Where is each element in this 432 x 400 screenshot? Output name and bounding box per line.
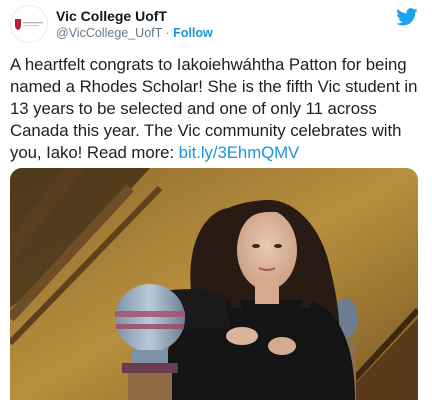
tweet-header: Vic College UofT @VicCollege_UofT · Foll… <box>10 5 422 43</box>
scholar-portrait-image <box>10 168 418 400</box>
separator-dot: · <box>165 26 170 40</box>
account-handle[interactable]: @VicCollege_UofT <box>56 26 162 40</box>
twitter-bird-icon[interactable] <box>396 8 418 26</box>
account-name[interactable]: Vic College UofT <box>56 8 167 24</box>
tweet-photo[interactable] <box>10 168 418 400</box>
tweet-link[interactable]: bit.ly/3EhmQMV <box>179 143 300 162</box>
tweet-card: Vic College UofT @VicCollege_UofT · Foll… <box>0 0 432 400</box>
account-handle-row: @VicCollege_UofT · Follow <box>56 26 213 40</box>
follow-button[interactable]: Follow <box>173 26 213 40</box>
victoria-college-crest-icon <box>15 19 43 30</box>
account-avatar[interactable] <box>10 5 48 43</box>
tweet-text: A heartfelt congrats to Iakoiehwáhtha Pa… <box>10 54 428 164</box>
